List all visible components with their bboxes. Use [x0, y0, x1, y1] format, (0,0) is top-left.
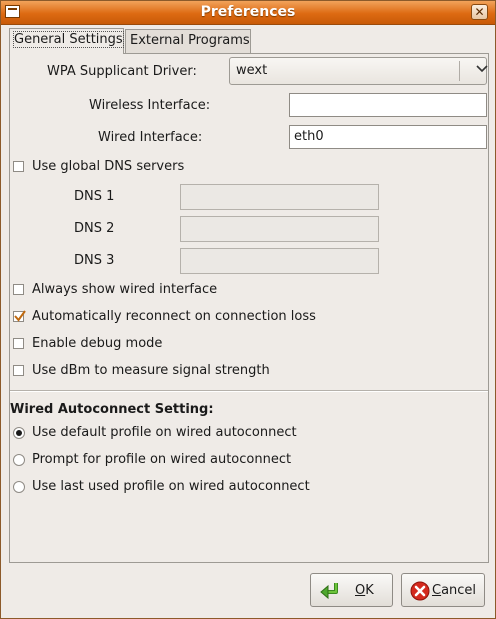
wired-interface-label: Wired Interface:: [98, 130, 203, 145]
always-show-wired-label: Always show wired interface: [32, 282, 218, 297]
titlebar: Preferences ✕: [1, 1, 495, 25]
debug-mode-label: Enable debug mode: [32, 336, 163, 351]
auto-reconnect-checkbox[interactable]: [13, 310, 26, 322]
radio-prompt-profile-label: Prompt for profile on wired autoconnect: [32, 452, 292, 467]
checkmark-icon: [14, 310, 26, 322]
radio-prompt-profile[interactable]: [13, 454, 25, 466]
tab-general-settings[interactable]: General Settings: [9, 28, 124, 54]
dns3-field[interactable]: [180, 248, 379, 274]
window-title: Preferences: [200, 4, 296, 20]
dns3-label: DNS 3: [74, 253, 115, 268]
radio-last-used-profile-label: Use last used profile on wired autoconne…: [32, 479, 310, 494]
wireless-interface-label: Wireless Interface:: [89, 98, 211, 113]
wpa-driver-value: wext: [236, 63, 268, 78]
dns1-label: DNS 1: [74, 189, 115, 204]
wpa-driver-combo[interactable]: wext: [229, 57, 488, 85]
wireless-interface-field[interactable]: [289, 93, 487, 117]
cancel-mnemonic: C: [432, 583, 442, 598]
ok-button-label: OK: [355, 583, 374, 598]
tab-general-settings-label: General Settings: [13, 31, 124, 48]
cancel-button[interactable]: Cancel: [401, 573, 485, 607]
auto-reconnect-label: Automatically reconnect on connection lo…: [32, 309, 316, 324]
radio-last-used-profile[interactable]: [13, 481, 25, 493]
cancel-label-rest: ancel: [441, 583, 477, 598]
wired-interface-field[interactable]: eth0: [289, 125, 487, 149]
global-dns-label: Use global DNS servers: [32, 159, 185, 174]
dns1-field[interactable]: [180, 184, 379, 210]
use-dbm-label: Use dBm to measure signal strength: [32, 363, 270, 378]
cancel-button-label: Cancel: [432, 583, 476, 598]
section-divider: [10, 390, 488, 392]
radio-default-profile[interactable]: [13, 427, 25, 439]
ok-label-rest: K: [365, 583, 374, 598]
green-return-arrow-icon: [319, 581, 339, 601]
wired-autoconnect-title: Wired Autoconnect Setting:: [10, 402, 214, 417]
close-icon[interactable]: ✕: [471, 4, 488, 20]
debug-mode-checkbox[interactable]: [13, 338, 24, 349]
ok-mnemonic: O: [355, 583, 366, 598]
red-x-circle-icon: [410, 581, 430, 601]
tab-external-programs[interactable]: External Programs: [125, 29, 251, 53]
tab-external-programs-label: External Programs: [130, 33, 250, 48]
use-dbm-checkbox[interactable]: [13, 365, 24, 376]
wpa-driver-label: WPA Supplicant Driver:: [47, 64, 197, 79]
global-dns-checkbox[interactable]: [13, 161, 24, 172]
combo-separator: [459, 61, 460, 81]
dns2-label: DNS 2: [74, 221, 115, 236]
ok-button[interactable]: OK: [310, 573, 393, 607]
preferences-window: Preferences ✕ General Settings External …: [0, 0, 496, 619]
radio-default-profile-label: Use default profile on wired autoconnect: [32, 425, 297, 440]
always-show-wired-checkbox[interactable]: [13, 284, 24, 295]
dns2-field[interactable]: [180, 216, 379, 242]
